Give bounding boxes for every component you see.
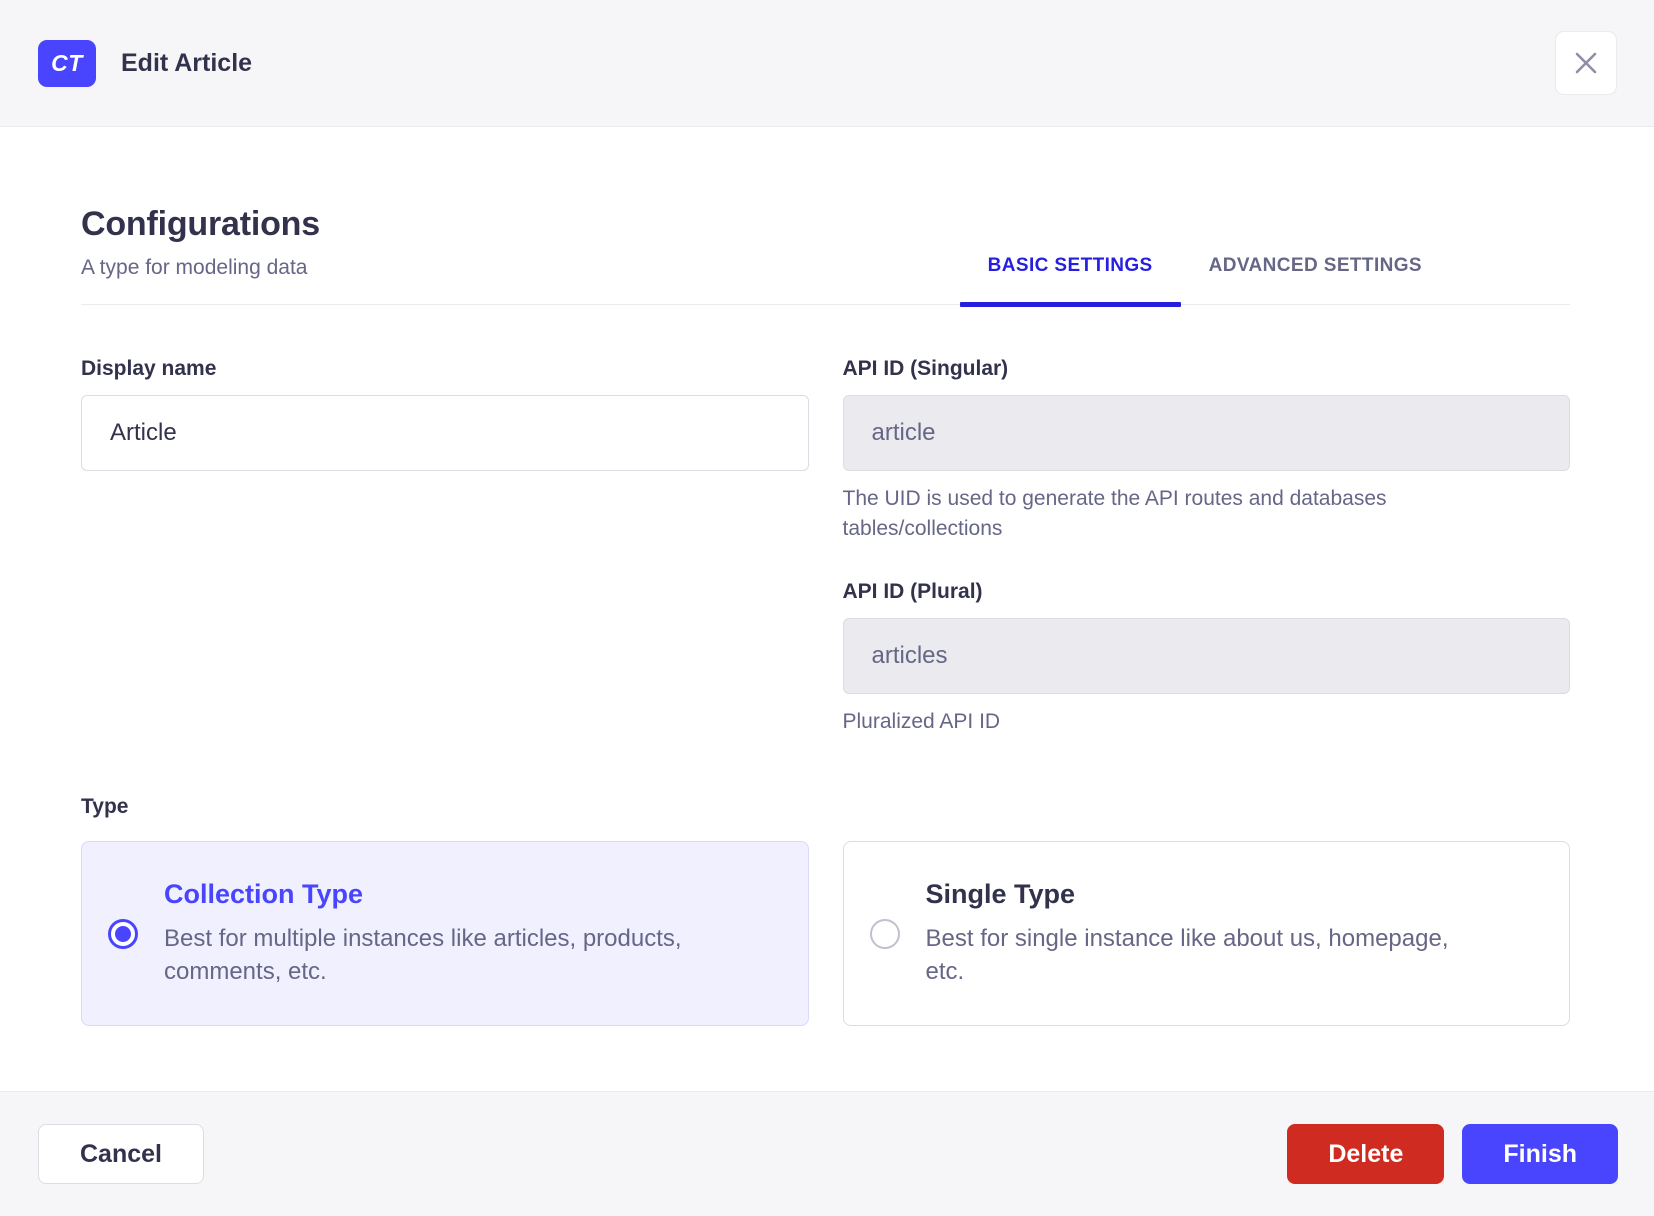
delete-button[interactable]: Delete <box>1287 1124 1445 1184</box>
close-button[interactable] <box>1555 31 1617 95</box>
type-options: Collection Type Best for multiple instan… <box>81 841 1570 1026</box>
tab-advanced-settings[interactable]: ADVANCED SETTINGS <box>1181 235 1450 304</box>
api-id-singular-label: API ID (Singular) <box>842 357 1009 380</box>
modal-title: Edit Article <box>121 48 253 77</box>
api-id-singular-field-group: API ID (Singular) The UID is used to gen… <box>842 357 1570 544</box>
collection-type-radio[interactable] <box>108 918 138 949</box>
footer-actions: Delete Finish <box>1287 1124 1618 1184</box>
modal-body: Configurations A type for modeling data … <box>0 127 1654 1091</box>
configuration-form: Display name API ID (Singular) The UID i… <box>81 357 1570 737</box>
api-id-singular-hint: The UID is used to generate the API rout… <box>842 487 1387 540</box>
collection-type-description: Best for multiple instances like article… <box>164 925 682 985</box>
display-name-input[interactable] <box>81 395 809 471</box>
form-column-left: Display name <box>81 357 809 737</box>
type-label: Type <box>81 795 129 818</box>
api-id-plural-hint: Pluralized API ID <box>842 710 1001 733</box>
collection-type-text: Collection Type Best for multiple instan… <box>164 879 729 988</box>
api-id-plural-input <box>842 618 1570 694</box>
single-type-title: Single Type <box>925 879 1076 909</box>
close-icon <box>1572 49 1600 77</box>
api-id-plural-label: API ID (Plural) <box>842 580 983 603</box>
page-subtitle: A type for modeling data <box>81 256 308 279</box>
modal-header: CT Edit Article <box>0 0 1654 127</box>
form-column-right: API ID (Singular) The UID is used to gen… <box>842 357 1570 737</box>
api-id-singular-input <box>842 395 1570 471</box>
single-type-radio[interactable] <box>869 918 900 949</box>
configurations-titles: Configurations A type for modeling data <box>81 205 320 304</box>
page-title: Configurations <box>81 205 320 243</box>
collection-type-card[interactable]: Collection Type Best for multiple instan… <box>81 841 809 1026</box>
content-type-badge: CT <box>38 39 96 87</box>
configurations-header: Configurations A type for modeling data … <box>81 205 1570 307</box>
collection-type-title: Collection Type <box>164 879 364 909</box>
single-type-card[interactable]: Single Type Best for single instance lik… <box>842 841 1570 1026</box>
edit-content-type-modal: CT Edit Article Configurations A type fo… <box>0 0 1654 1216</box>
api-id-plural-field-group: API ID (Plural) Pluralized API ID <box>842 580 1570 737</box>
settings-tabs: BASIC SETTINGS ADVANCED SETTINGS <box>959 235 1450 307</box>
display-name-label: Display name <box>81 357 217 380</box>
modal-footer: Cancel Delete Finish <box>0 1091 1654 1216</box>
display-name-field-group: Display name <box>81 357 809 471</box>
cancel-button[interactable]: Cancel <box>38 1124 204 1184</box>
finish-button[interactable]: Finish <box>1462 1124 1618 1184</box>
single-type-description: Best for single instance like about us, … <box>925 925 1449 985</box>
tab-basic-settings[interactable]: BASIC SETTINGS <box>959 235 1181 307</box>
single-type-text: Single Type Best for single instance lik… <box>926 879 1491 988</box>
